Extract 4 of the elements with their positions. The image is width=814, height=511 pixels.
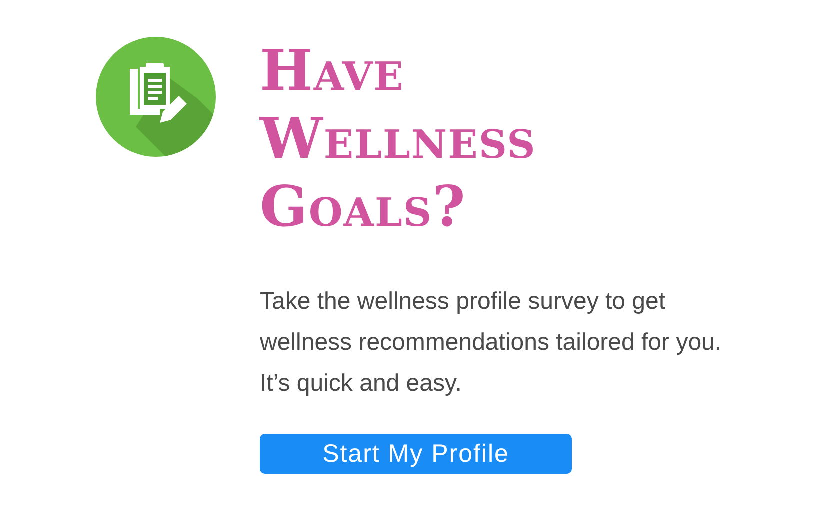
start-profile-button[interactable]: Start My Profile	[260, 434, 572, 474]
heading: Have Wellness Goals?	[260, 37, 538, 241]
description: Take the wellness profile survey to get wellness recommendations tailored for you. It’s quick and easy.	[260, 287, 723, 399]
clipboard-icon	[96, 37, 216, 157]
